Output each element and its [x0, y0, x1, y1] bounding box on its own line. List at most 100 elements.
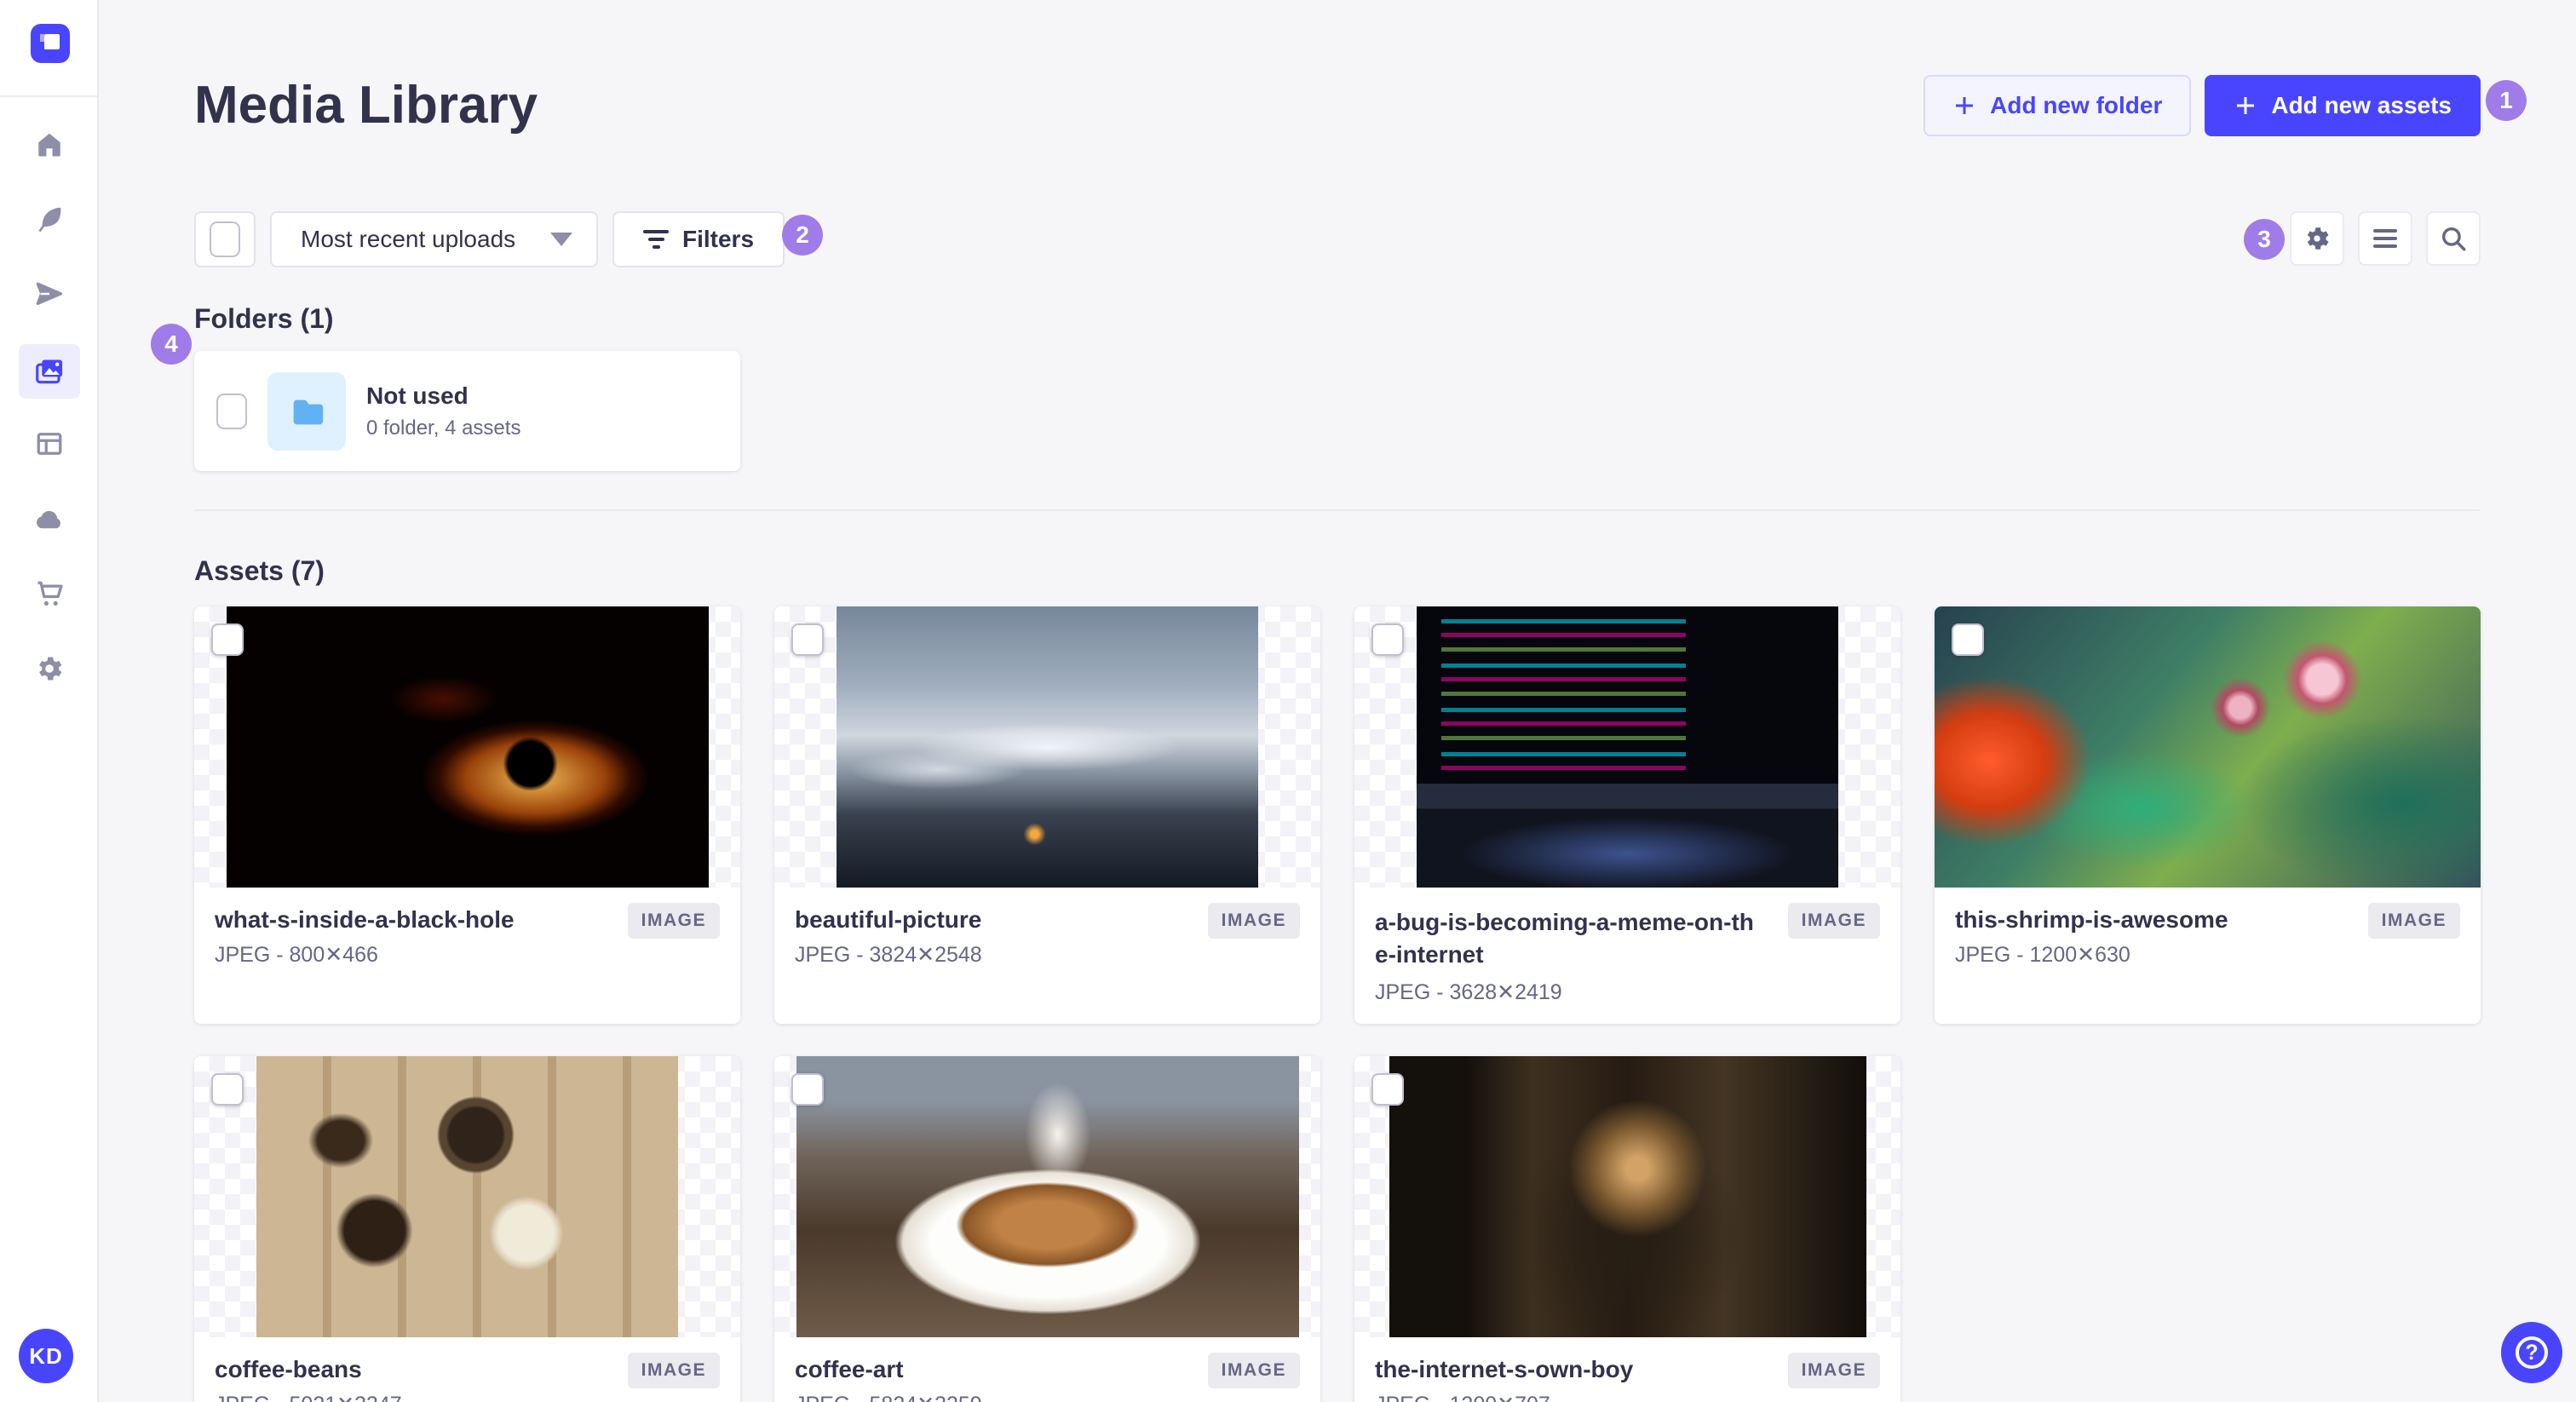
asset-grid: what-s-inside-a-black-hole JPEG - 800✕46… — [194, 606, 2481, 1402]
add-new-assets-label: Add new assets — [2271, 92, 2452, 118]
sidebar-item-content-manager[interactable] — [19, 192, 80, 246]
list-view-button[interactable] — [2358, 211, 2412, 266]
plus-icon — [2237, 97, 2255, 114]
sidebar-item-settings[interactable] — [19, 641, 80, 696]
code-laptop-image — [1417, 606, 1838, 888]
toolbar-right — [2290, 211, 2481, 266]
cart-icon — [37, 581, 63, 606]
sidebar-item-releases[interactable] — [19, 267, 80, 321]
select-all-tile[interactable] — [194, 211, 256, 267]
feather-icon — [38, 207, 61, 233]
add-new-folder-label: Add new folder — [1990, 92, 2163, 118]
asset-card-black-hole[interactable]: what-s-inside-a-black-hole JPEG - 800✕46… — [194, 606, 740, 1024]
sidebar: KD — [0, 0, 99, 1402]
sidebar-item-content-type-builder[interactable] — [19, 417, 80, 471]
asset-thumbnail[interactable] — [1935, 606, 2481, 888]
folder-checkbox[interactable] — [216, 393, 247, 429]
gear-icon — [39, 657, 62, 681]
sort-select-value: Most recent uploads — [301, 226, 516, 252]
sidebar-item-media-library[interactable] — [19, 344, 80, 399]
asset-meta: JPEG - 3824✕2548 — [795, 943, 982, 967]
library-boy-image — [1389, 1056, 1866, 1337]
page-title: Media Library — [194, 76, 538, 135]
annotation-badge-2: 2 — [782, 215, 823, 256]
asset-card-shrimp[interactable]: this-shrimp-is-awesome JPEG - 1200✕630 I… — [1935, 606, 2481, 1024]
asset-thumbnail[interactable] — [1354, 1056, 1900, 1337]
asset-checkbox[interactable] — [1371, 623, 1404, 656]
sidebar-item-deploy[interactable] — [19, 492, 80, 547]
asset-thumbnail[interactable] — [194, 606, 740, 888]
asset-type-badge: IMAGE — [627, 903, 720, 939]
folder-icon — [293, 399, 324, 424]
filters-label: Filters — [682, 226, 755, 252]
search-icon — [2441, 227, 2466, 251]
asset-type-badge: IMAGE — [2367, 903, 2460, 939]
asset-checkbox[interactable] — [1952, 623, 1984, 656]
paper-plane-icon — [36, 282, 63, 306]
asset-meta: JPEG - 3628✕2419 — [1375, 980, 1562, 1004]
gear-icon — [2307, 227, 2329, 250]
plus-icon — [1956, 97, 1974, 114]
asset-type-badge: IMAGE — [1207, 903, 1300, 939]
toolbar-left: Most recent uploads Filters — [194, 211, 785, 267]
asset-meta: JPEG - 1200✕707 — [1375, 1392, 1880, 1402]
add-new-assets-button[interactable]: Add new assets — [2205, 75, 2481, 136]
select-all-checkbox[interactable] — [210, 221, 240, 257]
asset-card-coffee-art[interactable]: coffee-art JPEG - 5824✕3259 IMAGE — [774, 1056, 1320, 1402]
add-new-folder-button[interactable]: Add new folder — [1923, 75, 2192, 136]
asset-thumbnail[interactable] — [1354, 606, 1900, 888]
folder-card[interactable]: Not used 0 folder, 4 assets — [194, 351, 740, 471]
help-button[interactable]: ? — [2501, 1322, 2562, 1383]
asset-meta: JPEG - 5824✕3259 — [795, 1392, 1300, 1402]
layout-icon — [37, 433, 62, 455]
folder-meta: 0 folder, 4 assets — [366, 416, 521, 440]
asset-thumbnail[interactable] — [774, 1056, 1320, 1337]
search-button[interactable] — [2426, 211, 2481, 266]
latte-art-image — [796, 1056, 1299, 1337]
asset-thumbnail[interactable] — [194, 1056, 740, 1337]
sort-select[interactable]: Most recent uploads — [270, 211, 598, 267]
assets-heading: Assets (7) — [194, 555, 325, 586]
asset-checkbox[interactable] — [211, 623, 244, 656]
asset-meta: JPEG - 1200✕630 — [1955, 943, 2130, 967]
asset-card-beautiful-picture[interactable]: beautiful-picture JPEG - 3824✕2548 IMAGE — [774, 606, 1320, 1024]
filter-icon — [643, 226, 669, 253]
asset-type-badge: IMAGE — [1787, 1353, 1880, 1388]
sidebar-item-home[interactable] — [19, 118, 80, 172]
asset-type-badge: IMAGE — [1787, 903, 1880, 939]
asset-card-internet-boy[interactable]: the-internet-s-own-boy JPEG - 1200✕707 I… — [1354, 1056, 1900, 1402]
annotation-badge-1: 1 — [2486, 80, 2527, 121]
annotation-badge-3: 3 — [2244, 219, 2285, 260]
home-icon — [38, 133, 60, 157]
chevron-down-icon — [550, 233, 572, 246]
filters-button[interactable]: Filters — [612, 211, 785, 267]
folder-tile — [267, 371, 346, 451]
asset-type-badge: IMAGE — [1207, 1353, 1300, 1388]
black-hole-image — [226, 606, 709, 888]
asset-meta: JPEG - 800✕466 — [215, 943, 378, 967]
asset-thumbnail[interactable] — [774, 606, 1320, 888]
asset-type-badge: IMAGE — [627, 1353, 720, 1388]
folders-heading: Folders (1) — [194, 303, 334, 334]
asset-checkbox[interactable] — [211, 1073, 244, 1106]
cloud-icon — [37, 510, 60, 529]
strapi-logo[interactable] — [31, 24, 70, 63]
section-divider — [194, 509, 2481, 511]
strapi-logo-icon — [40, 34, 60, 49]
sidebar-item-marketplace[interactable] — [19, 566, 80, 621]
annotation-badge-4: 4 — [151, 324, 192, 365]
view-settings-button[interactable] — [2290, 211, 2344, 266]
asset-card-coffee-beans[interactable]: coffee-beans JPEG - 5021✕3347 IMAGE — [194, 1056, 740, 1402]
asset-checkbox[interactable] — [791, 623, 824, 656]
list-icon — [2373, 225, 2397, 252]
shrimp-image — [1935, 606, 2481, 888]
asset-checkbox[interactable] — [1371, 1073, 1404, 1106]
asset-checkbox[interactable] — [791, 1073, 824, 1106]
asset-meta: JPEG - 5021✕3347 — [215, 1392, 720, 1402]
user-avatar[interactable]: KD — [19, 1329, 73, 1383]
folder-name: Not used — [366, 382, 469, 409]
mountains-image — [837, 606, 1258, 888]
coffee-beans-image — [256, 1056, 678, 1337]
images-icon — [36, 359, 63, 384]
asset-card-bug-meme[interactable]: a-bug-is-becoming-a-meme-on-the-internet… — [1354, 606, 1900, 1024]
